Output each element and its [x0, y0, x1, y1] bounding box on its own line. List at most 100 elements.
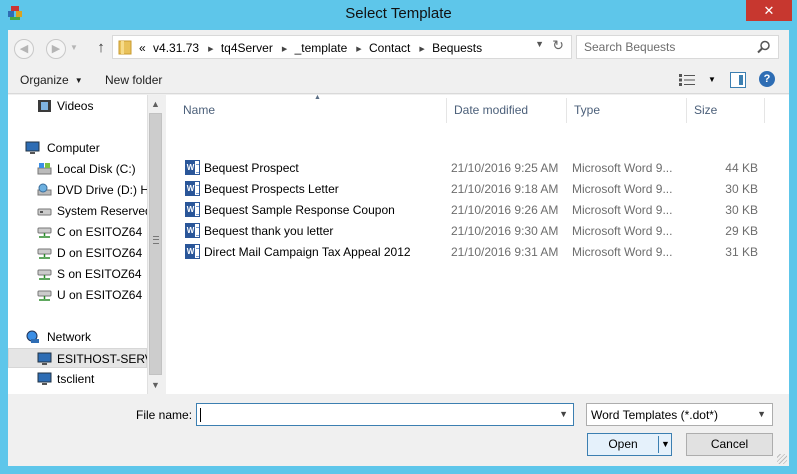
file-row[interactable]: Bequest Prospects Letter 21/10/2016 9:18…	[183, 178, 783, 199]
nav-item-tsclient[interactable]: tsclient	[8, 369, 147, 389]
file-date: 21/10/2016 9:26 AM	[451, 203, 559, 217]
nav-item-label: U on ESITOZ64	[57, 288, 143, 302]
address-bar[interactable]: « v4.31.73 ▶ tq4Server ▶ _template ▶ Contac…	[112, 35, 572, 59]
split-divider	[658, 436, 659, 453]
open-options-dropdown[interactable]: ▼	[661, 434, 670, 455]
close-button[interactable]: ✕	[746, 0, 792, 21]
network-drive-icon	[37, 290, 52, 301]
column-header-name[interactable]: ▲ Name	[176, 94, 447, 123]
forward-button[interactable]: ▶	[46, 39, 66, 59]
change-view-icon[interactable]	[679, 74, 695, 86]
file-date: 21/10/2016 9:30 AM	[451, 224, 559, 238]
search-box[interactable]	[576, 35, 779, 59]
nav-item-computer[interactable]: Computer	[8, 138, 147, 158]
nav-item-local-disk[interactable]: Local Disk (C:)	[8, 159, 147, 179]
scroll-down-icon[interactable]: ▼	[148, 377, 163, 393]
refresh-icon[interactable]: ↻	[552, 37, 564, 54]
column-header-date[interactable]: Date modified	[447, 98, 567, 123]
command-bar: Organize ▼ New folder ▼ ?	[8, 66, 789, 94]
back-button[interactable]: ◀	[14, 39, 34, 59]
file-size: 31 KB	[725, 245, 758, 259]
file-date: 21/10/2016 9:18 AM	[451, 182, 559, 196]
organize-button[interactable]: Organize ▼	[20, 73, 83, 87]
file-row[interactable]: Direct Mail Campaign Tax Appeal 2012 21/…	[183, 241, 783, 262]
breadcrumb-item[interactable]: tq4Server	[221, 41, 273, 55]
nav-item-label: System Reserved	[57, 204, 152, 218]
dialog-title: Select Template	[345, 5, 452, 22]
column-header-type[interactable]: Type	[567, 98, 687, 123]
breadcrumb-item[interactable]: Bequests	[432, 41, 482, 55]
nav-item-videos[interactable]: Videos	[8, 96, 147, 116]
grip-icon	[153, 236, 159, 244]
scroll-up-icon[interactable]: ▲	[148, 96, 163, 112]
open-button[interactable]: Open ▼	[587, 433, 672, 456]
file-type: Microsoft Word 9...	[572, 224, 673, 238]
column-header-label: Name	[183, 103, 216, 117]
view-options-dropdown[interactable]: ▼	[708, 75, 716, 84]
computer-icon	[25, 141, 40, 154]
organize-label: Organize	[20, 73, 69, 87]
nav-item-esithost-serv2[interactable]: ESITHOST-SERV2	[8, 348, 159, 368]
file-name-input[interactable]	[201, 407, 551, 421]
breadcrumb-overflow[interactable]: «	[139, 41, 146, 55]
resize-grip-icon[interactable]	[777, 454, 787, 464]
breadcrumb: « v4.31.73 ▶ tq4Server ▶ _template ▶ Contac…	[139, 41, 486, 55]
navigation-pane[interactable]: Videos Computer Local Disk (C:) DVD Driv…	[8, 95, 163, 394]
breadcrumb-item[interactable]: _template	[295, 41, 348, 55]
breadcrumb-separator-icon[interactable]: ▶	[208, 46, 213, 53]
breadcrumb-separator-icon[interactable]: ▶	[282, 46, 287, 53]
file-type: Microsoft Word 9...	[572, 203, 673, 217]
word-document-icon	[185, 223, 200, 238]
title-bar[interactable]: Select Template ✕	[0, 0, 797, 30]
chevron-down-icon: ▼	[757, 409, 766, 419]
scrollbar-thumb[interactable]	[149, 113, 162, 375]
recent-locations-dropdown[interactable]: ▼	[68, 39, 80, 59]
network-drive-icon	[37, 227, 52, 238]
file-type: Microsoft Word 9...	[572, 245, 673, 259]
chevron-down-icon[interactable]: ▼	[559, 409, 568, 419]
network-drive-icon	[37, 269, 52, 280]
sort-ascending-icon: ▲	[314, 94, 321, 101]
nav-item-system-reserved[interactable]: System Reserved	[8, 201, 152, 221]
word-document-icon	[185, 244, 200, 259]
breadcrumb-item[interactable]: Contact	[369, 41, 410, 55]
hard-drive-icon	[37, 163, 52, 175]
chevron-down-icon: ▼	[74, 76, 83, 85]
column-header-size[interactable]: Size	[687, 98, 765, 123]
dvd-drive-icon	[37, 183, 52, 196]
navigation-scrollbar[interactable]: ▲ ▼	[147, 95, 163, 394]
file-name-combo[interactable]: ▼	[196, 403, 574, 426]
search-icon[interactable]	[757, 40, 771, 54]
search-input[interactable]	[584, 40, 754, 54]
help-icon[interactable]: ?	[759, 71, 775, 87]
nav-item-dvd-drive[interactable]: DVD Drive (D:) HI	[8, 180, 152, 200]
file-name: Bequest Sample Response Coupon	[204, 203, 395, 217]
nav-item-label: Network	[47, 330, 92, 344]
cancel-button[interactable]: Cancel	[686, 433, 773, 456]
breadcrumb-separator-icon[interactable]: ▶	[419, 46, 424, 53]
nav-item-d-on-esitoz64[interactable]: D on ESITOZ64	[8, 243, 147, 263]
nav-item-s-on-esitoz64[interactable]: S on ESITOZ64	[8, 264, 147, 284]
preview-pane-icon[interactable]	[730, 72, 746, 88]
file-row[interactable]: Bequest Prospect 21/10/2016 9:25 AM Micr…	[183, 157, 783, 178]
file-type: Microsoft Word 9...	[572, 182, 673, 196]
file-row[interactable]: Bequest Sample Response Coupon 21/10/201…	[183, 199, 783, 220]
folder-icon	[118, 40, 132, 55]
up-folder-button[interactable]: ↑	[94, 38, 108, 58]
file-name: Bequest Prospect	[204, 161, 299, 175]
nav-item-u-on-esitoz64[interactable]: U on ESITOZ64	[8, 285, 147, 305]
nav-item-c-on-esitoz64[interactable]: C on ESITOZ64	[8, 222, 147, 242]
word-document-icon	[185, 160, 200, 175]
open-label: Open	[608, 437, 638, 451]
nav-item-network[interactable]: Network	[8, 327, 147, 347]
file-list[interactable]: ▲ Name Date modified Type Size Bequest P…	[166, 94, 789, 394]
nav-item-label: ESITHOST-SERV2	[57, 352, 160, 366]
breadcrumb-separator-icon[interactable]: ▶	[356, 46, 361, 53]
word-document-icon	[185, 181, 200, 196]
file-name: Direct Mail Campaign Tax Appeal 2012	[204, 245, 411, 259]
file-row[interactable]: Bequest thank you letter 21/10/2016 9:30…	[183, 220, 783, 241]
file-type-select[interactable]: Word Templates (*.dot*) ▼	[586, 403, 773, 426]
breadcrumb-item[interactable]: v4.31.73	[153, 41, 199, 55]
address-history-dropdown[interactable]: ▼	[535, 39, 544, 49]
new-folder-button[interactable]: New folder	[105, 73, 162, 87]
